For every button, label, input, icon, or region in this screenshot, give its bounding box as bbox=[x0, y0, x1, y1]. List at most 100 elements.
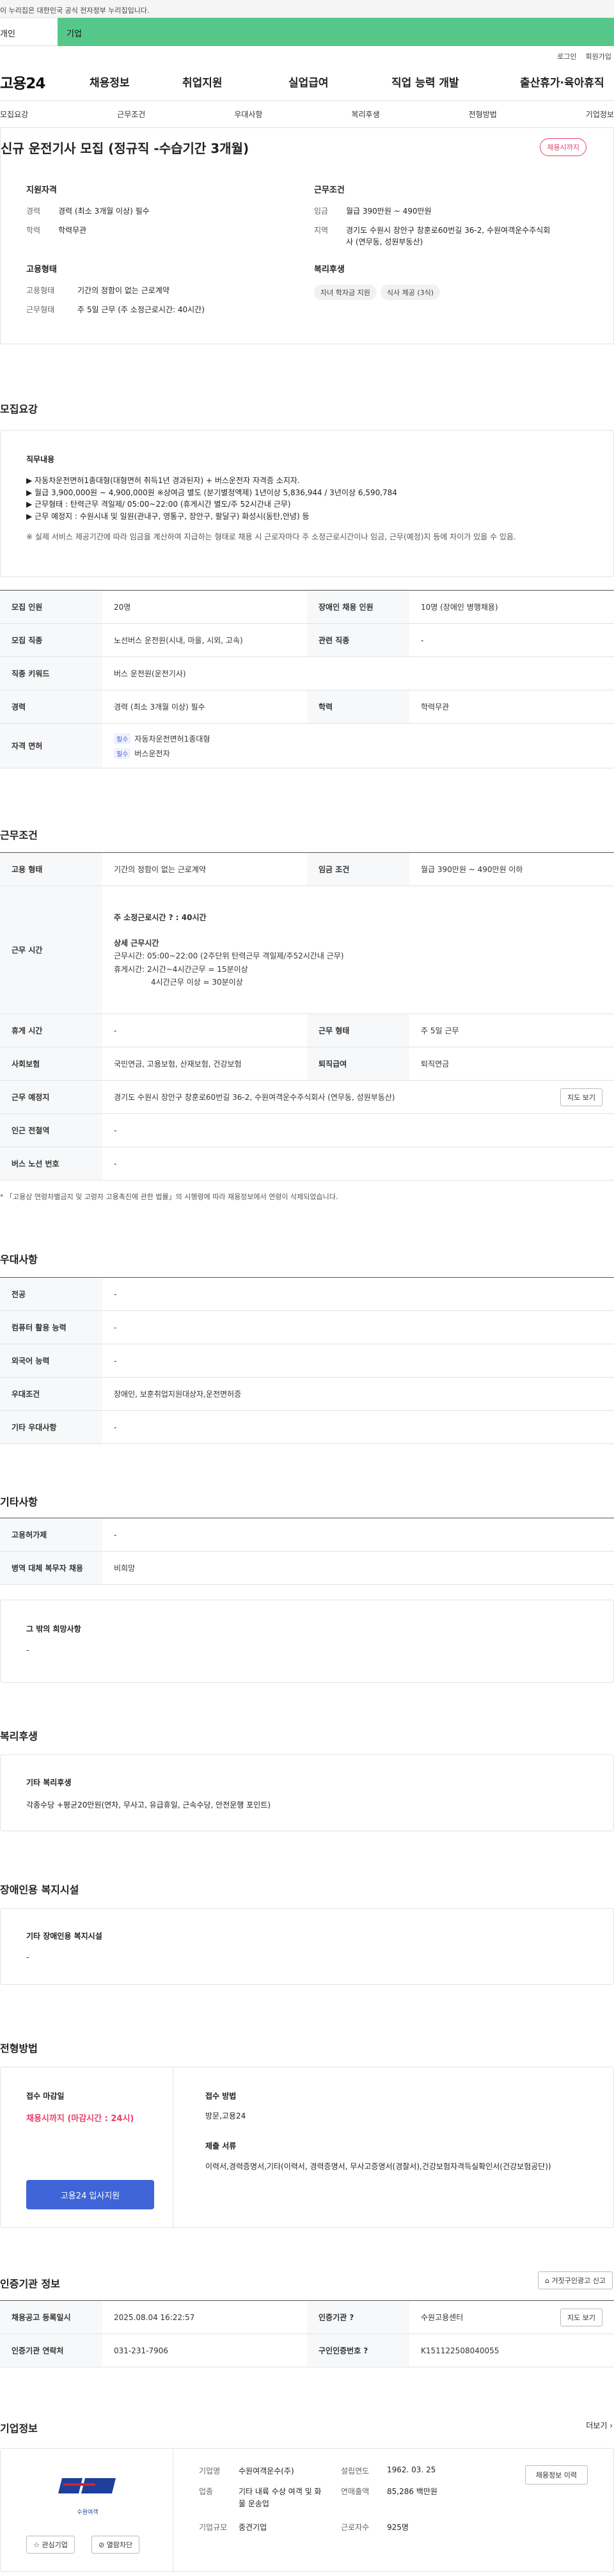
qual-label: 학력 bbox=[26, 226, 41, 235]
gnb-unemployment[interactable]: 실업급여 bbox=[288, 74, 391, 90]
benefit-value: 각종수당 +평균20만원(연차, 무사고, 유급휴일, 근속수당, 안전운행 포… bbox=[26, 1801, 271, 1809]
duty-line: ▶ 월급 3,900,000원 ~ 4,900,000원 ※상여금 별도 (분기… bbox=[26, 488, 397, 497]
emp-label: 고용형태 bbox=[26, 286, 55, 295]
emp-title: 고용형태 bbox=[26, 265, 57, 274]
gnb-skills[interactable]: 직업 능력 개발 bbox=[391, 74, 520, 90]
job-title: 신규 운전기사 모집 (정규직 -수습기간 3개월) bbox=[1, 141, 249, 156]
subnav-pref[interactable]: 우대사항 bbox=[234, 109, 262, 120]
row-label: 채용공고 등록일시 bbox=[0, 2301, 102, 2334]
row-label: 근무 시간 bbox=[0, 886, 102, 1014]
emp-value: 주 5일 근무 (주 소정근로시간: 40시간) bbox=[77, 305, 205, 314]
company-more-link[interactable]: 더보기 › bbox=[586, 2420, 613, 2431]
map-button[interactable]: 지도 보기 bbox=[560, 1088, 602, 1106]
duty-line: ▶ 근무 예정지 : 수원시내 및 일원(관내구, 영통구, 장안구, 팔달구)… bbox=[26, 511, 310, 521]
subnav-process[interactable]: 전형방법 bbox=[469, 109, 497, 120]
row-label: 자격 면허 bbox=[0, 724, 102, 768]
etc-table: 고용허가제 - 병역 대체 복무자 채용 비희망 bbox=[0, 1518, 614, 1585]
row-value: 2025.08.04 16:22:57 bbox=[114, 2312, 195, 2322]
cert-center: 수원고용센터 bbox=[421, 2313, 464, 2322]
subnav-company[interactable]: 기업정보 bbox=[586, 109, 614, 120]
company-logo bbox=[57, 2472, 118, 2506]
section-title-company: 기업정보 bbox=[0, 2422, 38, 2435]
company-label: 업종 bbox=[199, 2487, 214, 2496]
signup-link[interactable]: 회원가입 bbox=[586, 52, 611, 61]
row-value: 학력무관 bbox=[421, 703, 450, 712]
gnb-parental-leave[interactable]: 출산휴가·육아휴직 bbox=[520, 74, 604, 90]
gnb-employment-support[interactable]: 취업지원 bbox=[182, 74, 288, 90]
qual-title: 지원자격 bbox=[26, 186, 57, 195]
section-title-etc: 기타사항 bbox=[0, 1496, 38, 1508]
company-value: 중견기업 bbox=[239, 2523, 267, 2532]
hope-title: 그 밖의 희망사항 bbox=[26, 1625, 81, 1634]
detail-hours-line: 휴게시간: 2시간~4시간근무 = 15분이상 bbox=[114, 964, 248, 974]
row-label: 학력 bbox=[307, 690, 409, 723]
row-value: - bbox=[114, 1159, 117, 1168]
duty-line: ▶ 자동차운전면허1종대형(대형면허 취득1년 경과된자) + 버스운전자 자격… bbox=[26, 476, 300, 485]
pref-table: 전공 - 컴퓨터 활용 능력 - 외국어 능력 - 우대조건 장애인, 보훈취업지원대상… bbox=[0, 1277, 614, 1444]
row-label: 퇴직급여 bbox=[307, 1047, 409, 1080]
benefit-subtitle: 기타 복리후생 bbox=[26, 1778, 72, 1787]
false-ad-report-button[interactable]: ⌂ 거짓구인광고 신고 bbox=[538, 2271, 613, 2289]
cond-title: 근무조건 bbox=[314, 186, 345, 195]
apply-button[interactable]: 고용24 입사지원 bbox=[26, 2180, 154, 2209]
docs-label: 제출 서류 bbox=[205, 2142, 237, 2151]
company-label: 설립연도 bbox=[341, 2467, 370, 2476]
row-label: 컴퓨터 활용 능력 bbox=[0, 1311, 102, 1344]
row-label: 병역 대체 복무자 채용 bbox=[0, 1552, 102, 1584]
row-value: 기간의 정함이 없는 근로계약 bbox=[114, 865, 206, 874]
row-label: 휴게 시간 bbox=[0, 1014, 102, 1047]
row-value: 비희망 bbox=[114, 1564, 136, 1573]
deadline-value: 채용시까지 (마감시간 : 24시) bbox=[26, 2114, 134, 2124]
method-value: 방문,고용24 bbox=[205, 2111, 246, 2120]
detail-hours-line: 4시간근무 이상 = 30분이상 bbox=[151, 978, 243, 987]
row-value: 경력 (최소 3개월 이상) 필수 bbox=[114, 703, 205, 712]
recruit-history-button[interactable]: 채용정보 이력 bbox=[524, 2465, 588, 2485]
cert-table: 채용공고 등록일시 2025.08.04 16:22:57 인증기관 ? 수원고용센터… bbox=[0, 2300, 614, 2367]
login-link[interactable]: 로그인 bbox=[557, 52, 576, 61]
section-title-recruit: 모집요강 bbox=[0, 403, 38, 415]
age-note: * 「고용상 연령차별금지 및 고령자 고용촉진에 관한 법률」의 시행령에 따… bbox=[0, 1193, 338, 1201]
tab-personal[interactable]: 개인 bbox=[0, 18, 58, 46]
license-item: 자동차운전면허1종대형 bbox=[134, 734, 210, 743]
row-value: - bbox=[421, 635, 424, 645]
row-label: 근무 예정지 bbox=[0, 1081, 102, 1113]
company-box: 수원여객 ☆ 관심기업 ⊘ 열람차단 기업명 수원여객운수(주) 설립연도 1962.… bbox=[0, 2448, 614, 2572]
work-place: 경기도 수원시 장안구 창훈로60번길 36-2, 수원여객운수주식회사 (연무… bbox=[114, 1093, 395, 1102]
favorite-company-button[interactable]: ☆ 관심기업 bbox=[26, 2536, 75, 2554]
star-icon: ☆ bbox=[33, 2541, 42, 2549]
company-value: 925명 bbox=[387, 2523, 409, 2532]
row-label: 관련 직종 bbox=[307, 624, 409, 656]
required-pill: 필수 bbox=[114, 733, 131, 744]
recruit-table: 모집 인원 20명 장애인 채용 인원 10명 (장애인 병행채용) 모집 직종 노선버… bbox=[0, 590, 614, 768]
duty-box: 직무내용 ▶ 자동차운전면허1종대형(대형면허 취득1년 경과된자) + 버스운… bbox=[0, 430, 614, 577]
work-table: 고용 형태 기간의 정함이 없는 근로계약 임금 조건 월급 390만원 ~ 490만… bbox=[0, 852, 614, 1181]
docs-value: 이력서,경력증명서,기타(이력서, 경력증명서, 무사고증명서(경찰서),건강보… bbox=[205, 2162, 551, 2171]
detail-hours-line: 근무시간: 05:00~22:00 (2주단위 탄력근무 격일제/주52시간내 … bbox=[114, 951, 344, 961]
section-title-facility: 장애인용 복지시설 bbox=[0, 1884, 79, 1896]
work-hours: 주 소정근로시간 ? : 40시간 bbox=[114, 912, 207, 922]
method-label: 접수 방법 bbox=[205, 2092, 237, 2101]
deadline-label: 접수 마감일 bbox=[26, 2092, 65, 2101]
row-value: 국민연금, 고용보험, 산재보험, 건강보험 bbox=[114, 1060, 242, 1069]
subnav-welfare[interactable]: 복리후생 bbox=[351, 109, 379, 120]
facility-value: - bbox=[26, 1953, 29, 1962]
gov-banner: 이 누리집은 대한민국 공식 전자정부 누리집입니다. bbox=[0, 0, 614, 18]
row-value: - bbox=[114, 1026, 117, 1035]
subnav-recruit[interactable]: 모집요강 bbox=[0, 109, 28, 120]
tab-company[interactable]: 기업 bbox=[58, 18, 614, 46]
company-label: 기업규모 bbox=[199, 2523, 228, 2532]
row-label: 기타 우대사항 bbox=[0, 1411, 102, 1443]
cert-map-button[interactable]: 지도 보기 bbox=[560, 2308, 602, 2326]
block-view-button[interactable]: ⊘ 열람차단 bbox=[91, 2536, 140, 2554]
company-value: 수원여객운수(주) bbox=[239, 2467, 294, 2476]
required-pill: 필수 bbox=[114, 747, 131, 759]
row-label: 외국어 능력 bbox=[0, 1344, 102, 1377]
logo[interactable]: 고용24 bbox=[0, 71, 90, 93]
row-label: 사회보험 bbox=[0, 1047, 102, 1080]
detail-hours-title: 상세 근무시간 bbox=[114, 938, 159, 948]
cond-label: 지역 bbox=[314, 226, 329, 235]
gnb-jobs[interactable]: 채용정보 bbox=[90, 74, 182, 90]
subnav-work[interactable]: 근무조건 bbox=[117, 109, 145, 120]
company-value: 1962. 03. 25 bbox=[387, 2465, 436, 2474]
facility-box: 기타 장애인용 복지시설 - bbox=[0, 1908, 614, 1985]
